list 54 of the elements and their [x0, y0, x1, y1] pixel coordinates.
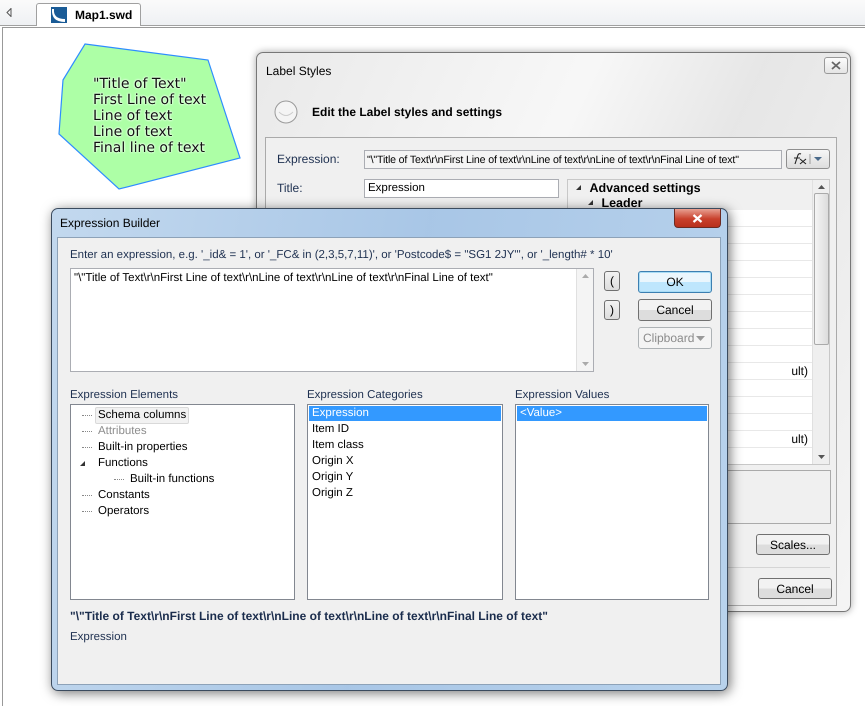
disc-icon	[274, 100, 298, 124]
list-item[interactable]: Item ID	[309, 422, 501, 437]
setting-value: ult)	[791, 432, 808, 446]
scroll-up-icon[interactable]	[818, 185, 824, 189]
close-button[interactable]	[674, 209, 721, 228]
close-icon	[831, 61, 841, 70]
field-label: Expression:	[277, 152, 341, 166]
dialog-button[interactable]: Cancel	[638, 299, 712, 321]
list-item[interactable]: Origin Y	[309, 470, 501, 485]
close-icon	[692, 214, 703, 222]
tree-item[interactable]: Built-in functions	[127, 470, 218, 488]
dropdown-arrow-icon	[696, 336, 705, 340]
list-item[interactable]: Origin X	[309, 454, 501, 469]
expanded-arrow-icon[interactable]	[576, 185, 582, 190]
bracket-button[interactable]: (	[604, 271, 620, 291]
left-arrow-icon	[6, 8, 12, 17]
scales-button[interactable]: Scales...	[756, 534, 830, 555]
tree-item[interactable]: Constants	[95, 486, 153, 504]
app-logo-icon	[51, 7, 67, 23]
list-label: Expression Values	[515, 389, 610, 401]
description-text: Expression	[70, 631, 128, 643]
expression-preview: "\"Title of Text\r\nFirst Line of text\r\nLine of text\r\nLine of text\r\nFinal Line of text"	[70, 609, 549, 623]
field-label: Title:	[277, 180, 304, 197]
tree-item[interactable]: Leader	[601, 196, 642, 208]
map-label-text: First Line of text	[93, 92, 206, 108]
map-label-text: Line of text	[93, 108, 174, 124]
list-label: Expression Elements	[70, 389, 180, 401]
hint-text: Enter an expression, e.g. '_id& = 1', or '_FC& in (2,3,5,7,11)', or 'Postcode$ = "SG1 2JY"', or '_length# * 10'	[70, 249, 614, 261]
tree-item[interactable]: Functions	[95, 454, 151, 472]
function-button[interactable]	[786, 149, 830, 169]
expanded-arrow-icon[interactable]	[588, 200, 594, 205]
map-label-text: Line of text	[93, 124, 174, 140]
heading-text: Edit the Label styles and settings	[312, 105, 502, 119]
window-title: Expression Builder	[60, 216, 160, 230]
expression-field[interactable]: "\"Title of Text\r\nFirst Line of text\r\nLine of text\r\nLine of text\r\nFinal Line of text"	[364, 150, 782, 168]
tree-item[interactable]: Schema columns	[95, 406, 190, 424]
title-field[interactable]: Expression	[364, 179, 559, 198]
scrollbar[interactable]	[812, 180, 829, 464]
tree-item[interactable]: Built-in properties	[95, 438, 190, 456]
map-label-text: Final line of text	[93, 140, 206, 156]
tree-item[interactable]: Operators	[95, 502, 152, 520]
list-item[interactable]: Item class	[309, 438, 501, 453]
document-tab[interactable]: Map1.swd	[36, 3, 142, 26]
expanded-arrow-icon[interactable]	[79, 460, 86, 466]
dialog-button[interactable]: OK	[638, 271, 712, 293]
list-item[interactable]: Origin Z	[309, 486, 501, 501]
cancel-button[interactable]: Cancel	[758, 578, 832, 599]
list-label: Expression Categories	[307, 389, 424, 401]
bracket-button[interactable]: )	[604, 300, 620, 320]
setting-value: ult)	[791, 364, 808, 378]
window-title: Label Styles	[266, 64, 332, 78]
close-button[interactable]	[824, 57, 848, 74]
scroll-down-icon[interactable]	[818, 455, 824, 459]
map-label-text: "Title of Text"	[93, 76, 188, 92]
